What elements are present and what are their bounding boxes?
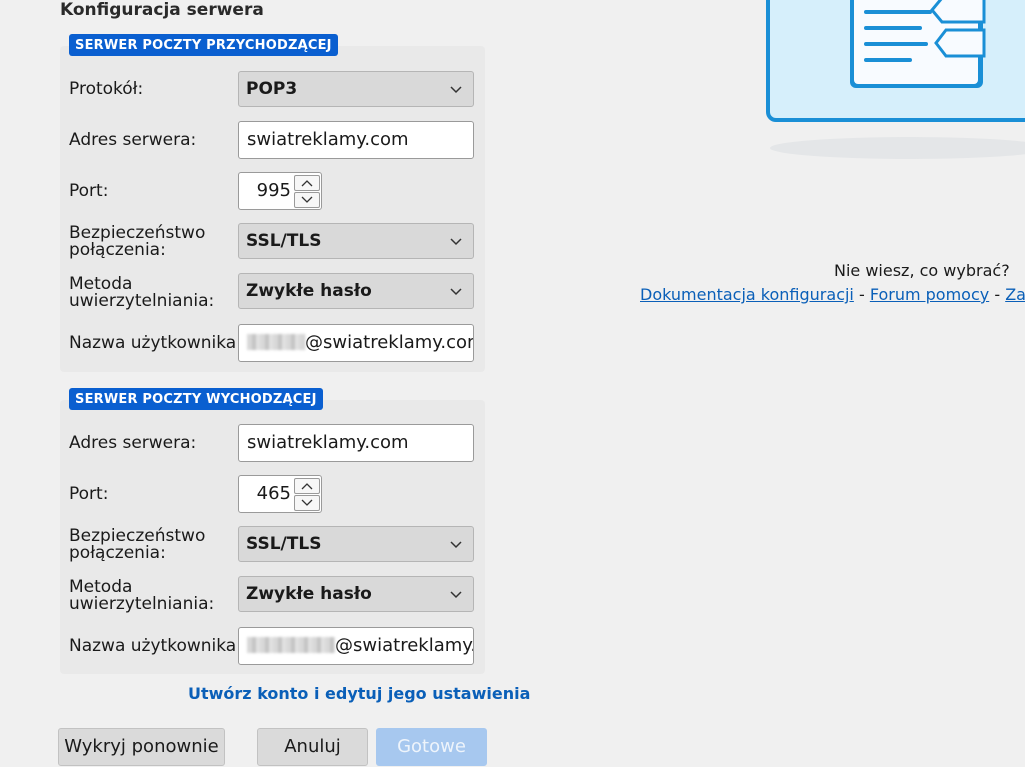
redetect-button[interactable]: Wykryj ponownie: [58, 728, 225, 766]
help-question: Nie wiesz, co wybrać?: [834, 261, 1010, 280]
incoming-auth-label: Metoda uwierzytelniania:: [69, 276, 214, 310]
chevron-down-icon: [450, 591, 462, 599]
outgoing-port-label: Port:: [69, 484, 109, 504]
chevron-down-icon: [450, 288, 462, 296]
help-links: Dokumentacja konfiguracji - Forum pomocy…: [640, 285, 1025, 304]
outgoing-security-label: Bezpieczeństwo połączenia:: [69, 528, 205, 562]
label-line: połączenia:: [69, 543, 166, 563]
outgoing-server-input[interactable]: swiatreklamy.com: [238, 424, 474, 462]
outgoing-server-label: Adres serwera:: [69, 433, 197, 453]
redacted-username: [247, 334, 305, 350]
incoming-username-domain: @swiatreklamy.com: [305, 332, 474, 353]
incoming-auth-select[interactable]: Zwykłe hasło: [238, 273, 474, 309]
outgoing-auth-select[interactable]: Zwykłe hasło: [238, 576, 474, 612]
incoming-port-label: Port:: [69, 181, 109, 201]
outgoing-username-input[interactable]: @swiatreklamy.c: [238, 627, 474, 665]
chevron-down-icon: [301, 499, 313, 506]
outgoing-username-domain: @swiatreklamy.c: [335, 635, 474, 656]
port-increment-button[interactable]: [294, 478, 320, 494]
config-docs-link[interactable]: Dokumentacja konfiguracji: [640, 285, 854, 304]
chevron-down-icon: [450, 86, 462, 94]
port-increment-button[interactable]: [294, 175, 320, 191]
outgoing-security-value: SSL/TLS: [246, 534, 322, 554]
outgoing-server-legend: SERWER POCZTY WYCHODZĄCEJ: [69, 388, 323, 410]
chevron-down-icon: [301, 196, 313, 203]
outgoing-port-value: 465: [256, 483, 291, 504]
done-button[interactable]: Gotowe: [376, 728, 487, 766]
port-decrement-button[interactable]: [294, 495, 320, 511]
incoming-protocol-label: Protokół:: [69, 79, 144, 99]
chevron-up-icon: [301, 483, 313, 490]
page-title: Konfiguracja serwera: [60, 0, 264, 20]
port-decrement-button[interactable]: [294, 192, 320, 208]
redacted-username: [247, 637, 335, 653]
privacy-policy-link[interactable]: Zasady: [1005, 285, 1025, 304]
link-separator: -: [989, 285, 1006, 304]
incoming-security-value: SSL/TLS: [246, 231, 322, 251]
mail-config-illustration: [766, 0, 1025, 159]
outgoing-username-label: Nazwa użytkownika:: [69, 636, 242, 656]
cancel-button[interactable]: Anuluj: [257, 728, 368, 766]
outgoing-port-stepper[interactable]: 465: [238, 475, 322, 513]
outgoing-auth-label: Metoda uwierzytelniania:: [69, 579, 214, 613]
incoming-security-label: Bezpieczeństwo połączenia:: [69, 225, 205, 259]
incoming-username-label: Nazwa użytkownika:: [69, 333, 242, 353]
chevron-down-icon: [450, 238, 462, 246]
incoming-protocol-select[interactable]: POP3: [238, 71, 474, 107]
incoming-server-label: Adres serwera:: [69, 130, 197, 150]
incoming-protocol-value: POP3: [246, 79, 298, 99]
incoming-security-select[interactable]: SSL/TLS: [238, 223, 474, 259]
label-line: uwierzytelniania:: [69, 291, 215, 311]
chevron-down-icon: [450, 541, 462, 549]
incoming-server-input[interactable]: swiatreklamy.com: [238, 121, 474, 159]
chevron-up-icon: [301, 180, 313, 187]
incoming-server-legend: SERWER POCZTY PRZYCHODZĄCEJ: [69, 34, 338, 56]
incoming-port-stepper[interactable]: 995: [238, 172, 322, 210]
outgoing-auth-value: Zwykłe hasło: [246, 584, 372, 604]
label-line: uwierzytelniania:: [69, 594, 215, 614]
outgoing-security-select[interactable]: SSL/TLS: [238, 526, 474, 562]
link-separator: -: [853, 285, 870, 304]
incoming-port-value: 995: [256, 180, 291, 201]
help-forum-link[interactable]: Forum pomocy: [870, 285, 989, 304]
label-line: połączenia:: [69, 240, 166, 260]
incoming-username-input[interactable]: @swiatreklamy.com: [238, 324, 474, 362]
incoming-auth-value: Zwykłe hasło: [246, 281, 372, 301]
create-account-link[interactable]: Utwórz konto i edytuj jego ustawienia: [188, 684, 530, 703]
